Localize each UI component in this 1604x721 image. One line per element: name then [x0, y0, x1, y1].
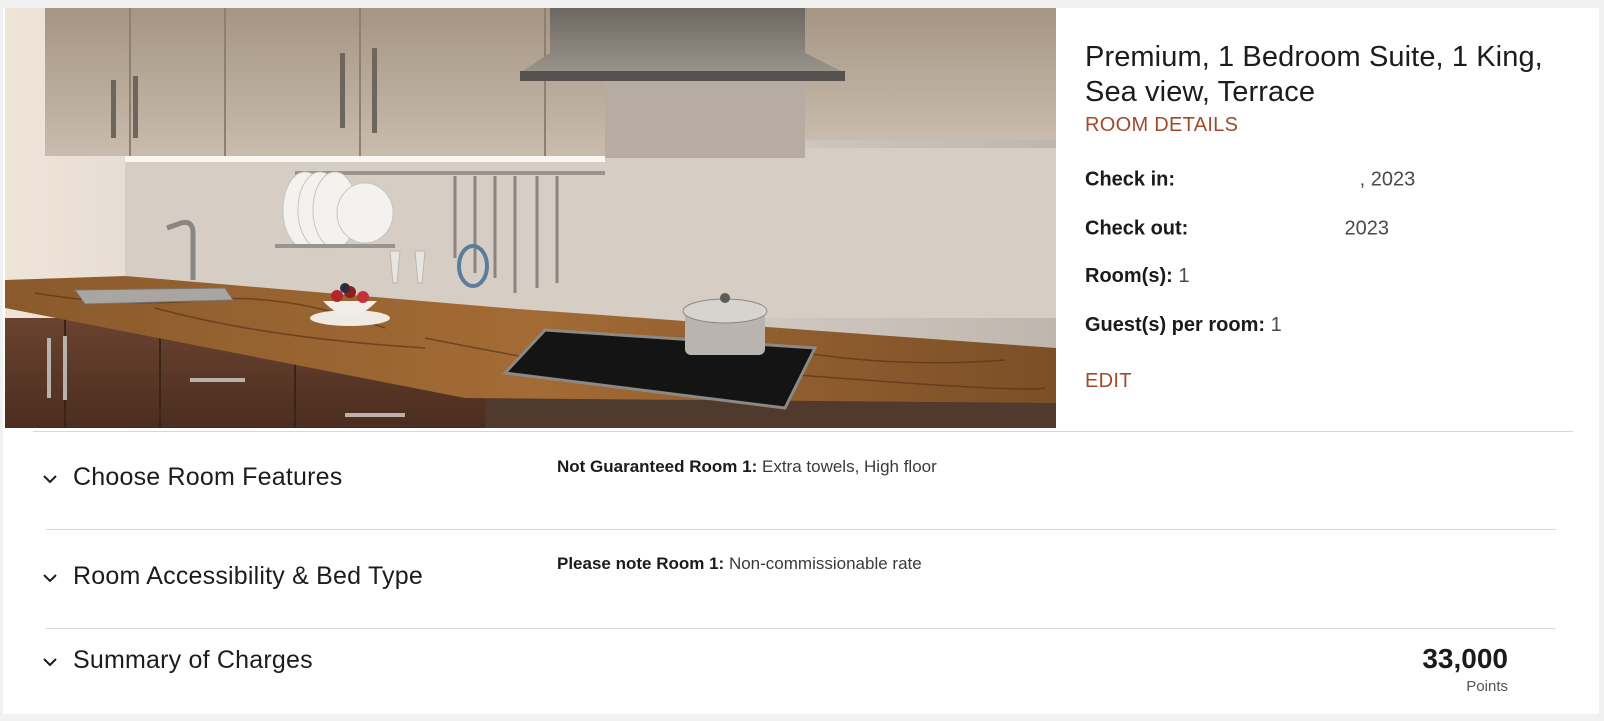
- divider: [46, 529, 1556, 530]
- room-photo: [5, 8, 1056, 428]
- choose-room-features-toggle[interactable]: Choose Room Features: [39, 463, 342, 492]
- section-title: Room Accessibility & Bed Type: [73, 562, 423, 590]
- divider: [33, 431, 1573, 432]
- guests-value: 1: [1270, 314, 1282, 336]
- chevron-down-icon: [43, 573, 57, 582]
- section-title: Choose Room Features: [73, 463, 343, 491]
- redacted-date: [1275, 167, 1360, 193]
- room-details-label: ROOM DETAILS: [1085, 114, 1239, 136]
- guests-label: Guest(s) per room:: [1085, 314, 1266, 336]
- check-in-row: Check in: , 2023: [1085, 167, 1415, 193]
- redacted-date: [1238, 216, 1339, 242]
- total-points-value: 33,000: [1422, 643, 1508, 674]
- chevron-down-icon: [43, 657, 57, 666]
- rooms-row: Room(s): 1: [1085, 265, 1189, 288]
- note-label: Not Guaranteed Room 1:: [557, 457, 758, 476]
- chevron-down-icon: [43, 474, 57, 483]
- summary-of-charges-toggle[interactable]: Summary of Charges: [39, 646, 313, 675]
- total-points: 33,000 Points: [1422, 643, 1508, 696]
- divider: [46, 628, 1556, 629]
- room-summary-card: Premium, 1 Bedroom Suite, 1 King, Sea vi…: [3, 8, 1599, 714]
- room-accessibility-toggle[interactable]: Room Accessibility & Bed Type: [39, 562, 423, 591]
- rooms-label: Room(s):: [1085, 265, 1173, 287]
- accessibility-note: Please note Room 1: Non-commissionable r…: [557, 554, 922, 574]
- check-out-value: 2023: [1344, 217, 1389, 240]
- section-title: Summary of Charges: [73, 646, 313, 674]
- room-title: Premium, 1 Bedroom Suite, 1 King, Sea vi…: [1085, 41, 1543, 108]
- note-label: Please note Room 1:: [557, 554, 725, 573]
- check-out-label: Check out:: [1085, 217, 1189, 240]
- note-value: Non-commissionable rate: [728, 554, 922, 573]
- check-out-row: Check out: 2023: [1085, 216, 1389, 242]
- total-points-unit: Points: [1466, 678, 1508, 695]
- check-in-label: Check in:: [1085, 168, 1176, 191]
- guests-row: Guest(s) per room: 1: [1085, 314, 1282, 337]
- rooms-value: 1: [1178, 265, 1190, 287]
- note-value: Extra towels, High floor: [761, 457, 937, 476]
- check-in-value: , 2023: [1359, 168, 1416, 191]
- room-features-note: Not Guaranteed Room 1: Extra towels, Hig…: [557, 457, 937, 477]
- room-details-panel: Premium, 1 Bedroom Suite, 1 King, Sea vi…: [1085, 40, 1585, 392]
- edit-link[interactable]: EDIT: [1085, 370, 1132, 393]
